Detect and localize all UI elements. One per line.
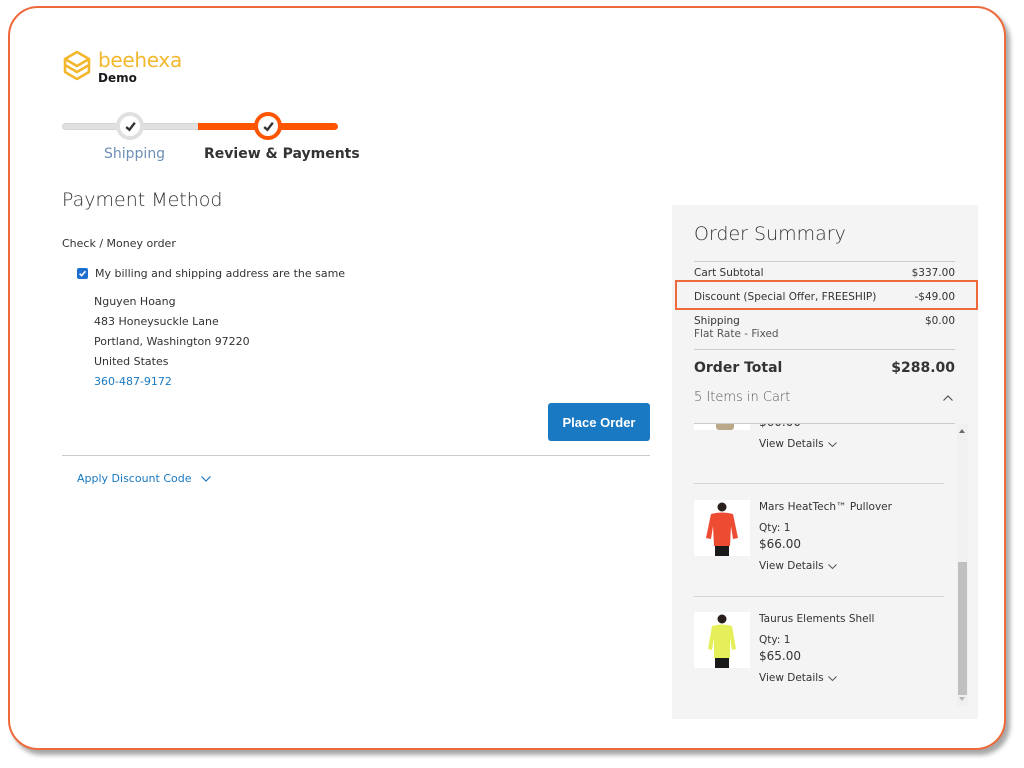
shipping-label: Shipping: [694, 315, 740, 327]
cart-items-list: $60.00 View Details: [694, 424, 970, 706]
discount-value: -$49.00: [914, 291, 955, 303]
shipping-method: Flat Rate - Fixed: [694, 328, 779, 340]
address-country: United States: [94, 355, 169, 368]
address-city: Portland, Washington 97220: [94, 335, 250, 348]
divider: [694, 483, 944, 484]
apply-discount-label: Apply Discount Code: [77, 472, 192, 485]
order-total-row: Order Total $288.00: [694, 360, 955, 376]
scroll-down-arrow-icon[interactable]: [959, 697, 965, 701]
item-price: $65.00: [759, 649, 801, 663]
item-qty: Qty: 1: [759, 522, 791, 534]
subtotal-value: $337.00: [911, 267, 955, 279]
order-summary: Order Summary Cart Subtotal $337.00 Disc…: [672, 205, 978, 719]
discount-row: Discount (Special Offer, FREESHIP) -$49.…: [694, 291, 955, 303]
cart-items-scrollbar[interactable]: [957, 424, 968, 706]
chevron-up-icon: [943, 394, 953, 401]
billing-same-label: My billing and shipping address are the …: [95, 267, 346, 280]
items-in-cart-toggle[interactable]: 5 Items in Cart: [694, 390, 955, 405]
checkbox-checked-icon[interactable]: [77, 268, 88, 279]
shipping-value: $0.00: [924, 315, 955, 327]
view-details-toggle[interactable]: View Details: [759, 560, 892, 572]
billing-same-checkbox[interactable]: My billing and shipping address are the …: [77, 267, 345, 280]
item-name: Mars HeatTech™ Pullover: [759, 501, 892, 513]
chevron-down-icon: [827, 441, 837, 447]
item-name: Taurus Elements Shell: [759, 613, 875, 625]
screenshot-frame: beehexa Demo Shipping Review & Payments …: [8, 6, 1006, 750]
step-shipping-dot[interactable]: [116, 112, 144, 140]
checkmark-icon: [124, 121, 136, 131]
payment-method-title: Payment Method: [62, 189, 223, 211]
chevron-down-icon: [200, 475, 211, 482]
item-price: $66.00: [759, 537, 801, 551]
chevron-down-icon: [827, 563, 837, 569]
discount-label: Discount (Special Offer, FREESHIP): [694, 291, 877, 303]
shipping-row: Shipping Flat Rate - Fixed $0.00: [694, 315, 955, 340]
subtotal-row: Cart Subtotal $337.00: [694, 267, 955, 279]
order-total-value: $288.00: [891, 360, 955, 376]
divider: [694, 596, 944, 597]
view-details-toggle[interactable]: View Details: [759, 672, 874, 684]
checkmark-icon: [262, 121, 274, 131]
billing-address: Nguyen Hoang 483 Honeysuckle Lane Portla…: [94, 292, 250, 392]
items-in-cart-label: 5 Items in Cart: [694, 390, 791, 405]
divider: [694, 349, 955, 350]
subtotal-label: Cart Subtotal: [694, 267, 764, 279]
scroll-up-arrow-icon[interactable]: [959, 429, 965, 433]
divider: [62, 455, 650, 456]
place-order-button[interactable]: Place Order: [548, 403, 650, 441]
order-total-label: Order Total: [694, 360, 783, 376]
apply-discount-toggle[interactable]: Apply Discount Code: [77, 472, 211, 485]
brand-subtitle: Demo: [98, 71, 137, 85]
scrollbar-thumb[interactable]: [958, 562, 967, 695]
address-street: 483 Honeysuckle Lane: [94, 315, 219, 328]
chevron-down-icon: [827, 675, 837, 681]
product-thumbnail: [694, 424, 750, 430]
item-price: $60.00: [759, 424, 837, 429]
brand-name: beehexa: [98, 48, 182, 72]
step-review-dot: [254, 112, 282, 140]
payment-method-option[interactable]: Check / Money order: [62, 237, 176, 250]
step-review-label: Review & Payments: [204, 146, 360, 162]
view-details-toggle[interactable]: View Details: [759, 438, 837, 450]
product-thumbnail: [694, 500, 750, 556]
view-details-label: View Details: [759, 560, 824, 572]
product-thumbnail: [694, 612, 750, 668]
address-phone-link[interactable]: 360-487-9172: [94, 372, 250, 392]
step-shipping-label[interactable]: Shipping: [104, 146, 165, 162]
address-name: Nguyen Hoang: [94, 295, 176, 308]
checkout-progress: Shipping Review & Payments: [62, 112, 360, 164]
divider: [694, 261, 955, 262]
view-details-label: View Details: [759, 672, 824, 684]
order-summary-title: Order Summary: [694, 223, 846, 245]
view-details-label: View Details: [759, 438, 824, 450]
item-qty: Qty: 1: [759, 634, 791, 646]
hexagon-layers-icon: [63, 50, 91, 81]
